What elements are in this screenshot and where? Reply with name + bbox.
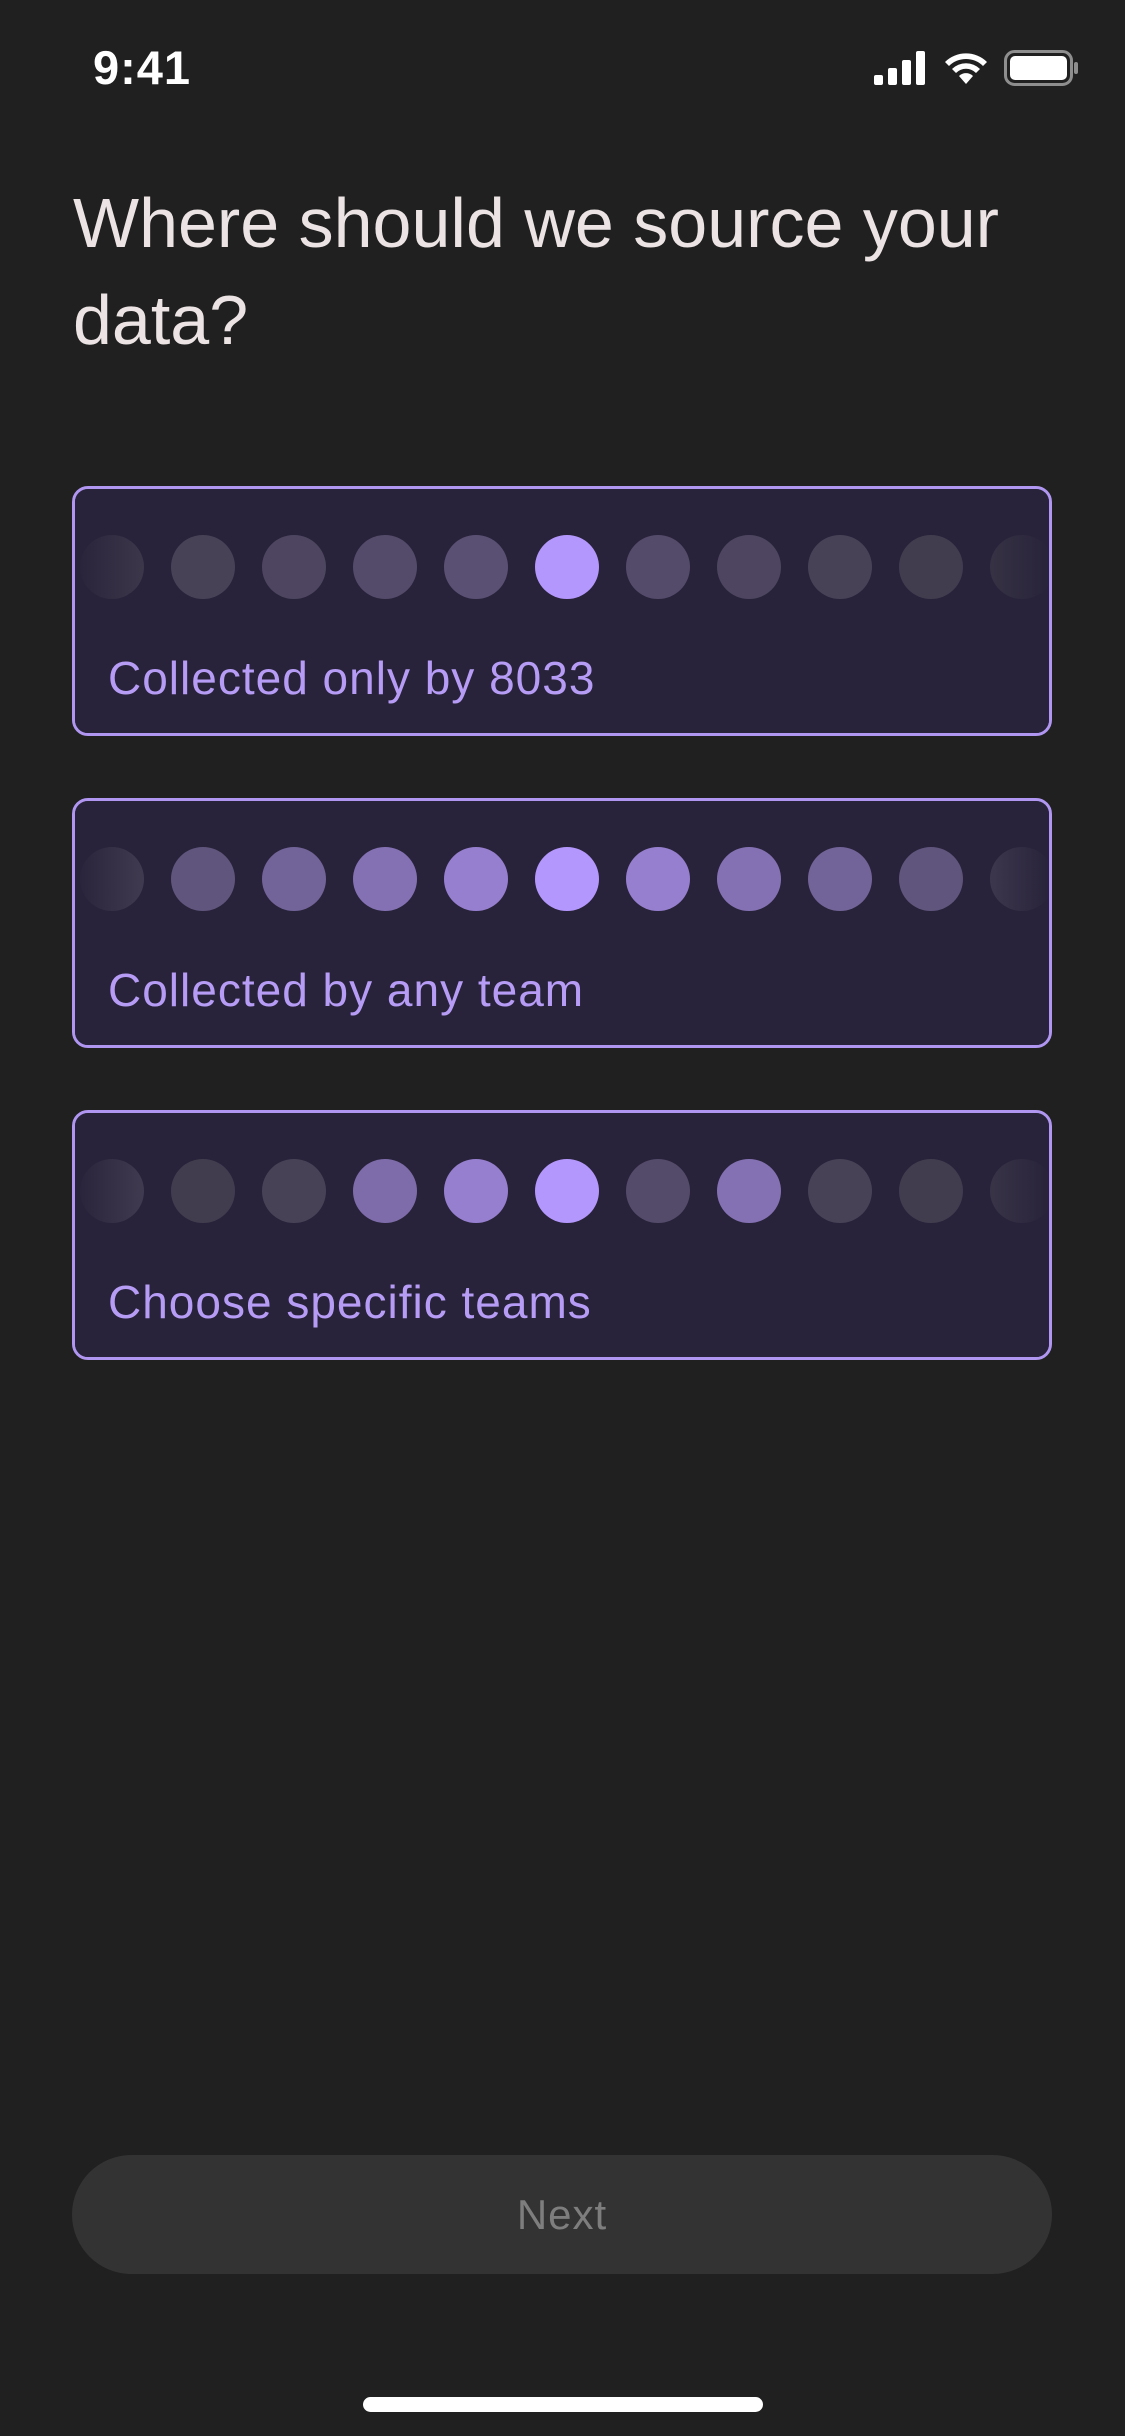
dot xyxy=(717,535,781,599)
dot xyxy=(444,1159,508,1223)
dot xyxy=(535,535,599,599)
dot xyxy=(444,847,508,911)
dot xyxy=(80,847,144,911)
dot xyxy=(535,847,599,911)
dot xyxy=(262,847,326,911)
dot xyxy=(899,847,963,911)
fade-right xyxy=(959,801,1049,1045)
fade-right xyxy=(959,489,1049,733)
dot xyxy=(171,1159,235,1223)
cellular-signal-icon xyxy=(874,51,925,85)
battery-icon xyxy=(1004,50,1078,86)
dot xyxy=(899,1159,963,1223)
dot xyxy=(535,1159,599,1223)
page-title: Where should we source your data? xyxy=(73,184,999,359)
dot xyxy=(717,1159,781,1223)
status-time: 9:41 xyxy=(93,41,192,94)
option-label: Choose specific teams xyxy=(108,1276,592,1328)
dot xyxy=(171,847,235,911)
dot xyxy=(990,1159,1049,1223)
dot xyxy=(80,1159,144,1223)
dot xyxy=(808,1159,872,1223)
dot xyxy=(626,847,690,911)
dot xyxy=(80,535,144,599)
dot xyxy=(171,535,235,599)
home-indicator[interactable] xyxy=(363,2397,763,2412)
dot xyxy=(262,535,326,599)
dot xyxy=(444,535,508,599)
dot xyxy=(353,1159,417,1223)
dot xyxy=(626,1159,690,1223)
dot xyxy=(990,847,1049,911)
dot xyxy=(717,847,781,911)
fade-right xyxy=(959,1113,1049,1357)
status-icons xyxy=(874,50,1080,86)
option-label: Collected by any team xyxy=(108,964,585,1016)
dot xyxy=(899,535,963,599)
dot xyxy=(626,535,690,599)
option-choose-specific-teams[interactable]: Choose specific teams xyxy=(72,1110,1052,1360)
dot xyxy=(990,535,1049,599)
status-bar: 9:41 xyxy=(0,0,1125,140)
dot xyxy=(353,535,417,599)
dot xyxy=(808,847,872,911)
option-label: Collected only by 8033 xyxy=(108,652,596,704)
option-collected-by-any-team[interactable]: Collected by any team xyxy=(72,798,1052,1048)
dot xyxy=(808,535,872,599)
next-button[interactable]: Next xyxy=(72,2155,1052,2274)
option-collected-only-by-team[interactable]: Collected only by 8033 xyxy=(72,486,1052,736)
wifi-icon xyxy=(945,53,987,84)
dot xyxy=(353,847,417,911)
dot xyxy=(262,1159,326,1223)
